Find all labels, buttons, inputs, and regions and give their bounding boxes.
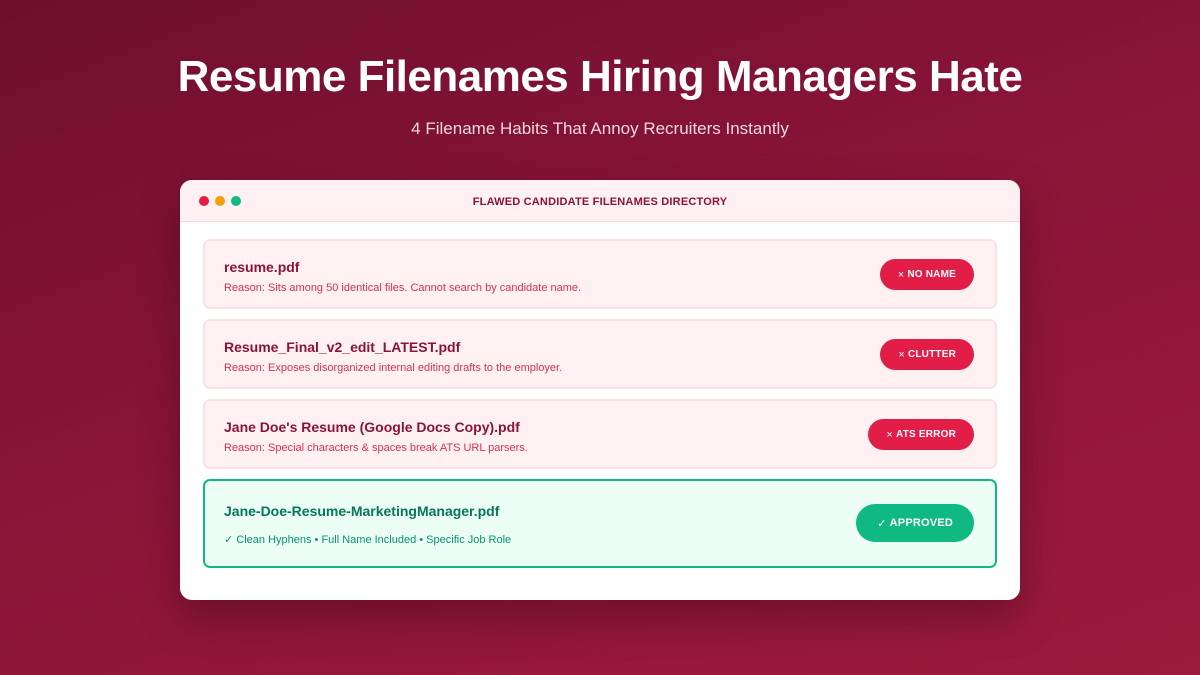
- file-row-clutter[interactable]: Resume_Final_v2_edit_LATEST.pdf Reason: …: [203, 319, 997, 389]
- window-title: FLAWED CANDIDATE FILENAMES DIRECTORY: [472, 196, 728, 208]
- file-name: resume.pdf: [224, 259, 300, 275]
- file-reason: Reason: Special characters & spaces brea…: [224, 442, 528, 454]
- file-reason: Reason: Exposes disorganized internal ed…: [224, 362, 563, 374]
- file-row-ats-error[interactable]: Jane Doe's Resume (Google Docs Copy).pdf…: [203, 399, 997, 469]
- ats-error-badge[interactable]: × ATS ERROR: [868, 419, 974, 450]
- page-title: Resume Filenames Hiring Managers Hate: [177, 52, 1023, 101]
- file-row-approved[interactable]: Jane-Doe-Resume-MarketingManager.pdf ✓ C…: [203, 479, 997, 568]
- file-name: Jane-Doe-Resume-MarketingManager.pdf: [224, 503, 500, 519]
- x-icon: ×: [886, 428, 894, 441]
- directory-window: FLAWED CANDIDATE FILENAMES DIRECTORY res…: [180, 180, 1020, 600]
- file-reason: Reason: Sits among 50 identical files. C…: [224, 282, 582, 294]
- file-name: Resume_Final_v2_edit_LATEST.pdf: [224, 339, 461, 355]
- page-subtitle: 4 Filename Habits That Annoy Recruiters …: [411, 119, 789, 138]
- file-row-no-name[interactable]: resume.pdf Reason: Sits among 50 identic…: [203, 239, 997, 309]
- no-name-badge[interactable]: × NO NAME: [879, 259, 974, 290]
- x-icon: ×: [897, 268, 905, 281]
- badge-label: NO NAME: [907, 269, 956, 280]
- badge-label: APPROVED: [889, 517, 953, 529]
- badge-label: ATS ERROR: [896, 429, 956, 440]
- x-icon: ×: [898, 348, 905, 361]
- badge-label: CLUTTER: [907, 349, 956, 360]
- clutter-badge[interactable]: × CLUTTER: [880, 339, 974, 370]
- window-titlebar: FLAWED CANDIDATE FILENAMES DIRECTORY: [180, 180, 1020, 222]
- approved-badge[interactable]: ✓ APPROVED: [856, 504, 974, 542]
- check-icon: ✓: [877, 517, 887, 530]
- file-name: Jane Doe's Resume (Google Docs Copy).pdf: [224, 419, 520, 435]
- file-reason: ✓ Clean Hyphens • Full Name Included • S…: [224, 534, 512, 546]
